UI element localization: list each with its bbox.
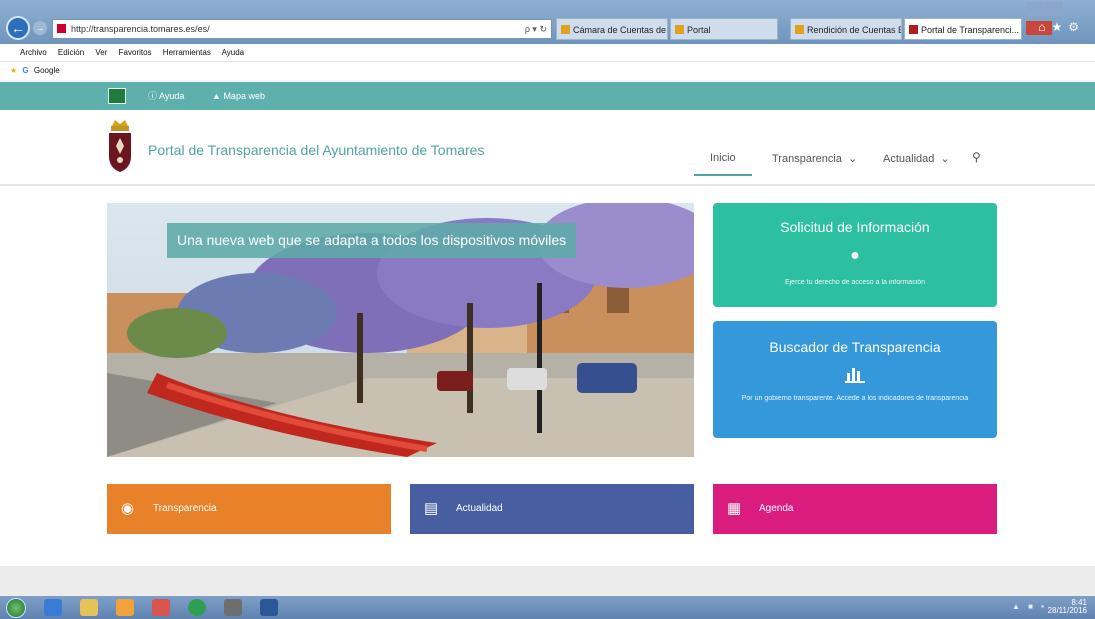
tile-transparencia[interactable]: ◉ Transparencia (107, 484, 391, 534)
bar-chart-glyph (845, 368, 865, 383)
tab-label: Rendición de Cuentas Entid... (807, 25, 901, 35)
portal-title[interactable]: Portal de Transparencia del Ayuntamiento… (148, 142, 484, 158)
favorites-star-icon[interactable]: ★ (1051, 20, 1068, 34)
tab-label: Portal (687, 25, 711, 35)
browser-tab[interactable]: Rendición de Cuentas Entid... (790, 18, 902, 40)
word-icon[interactable] (260, 599, 278, 616)
calculator-icon[interactable] (224, 599, 242, 616)
menu-item[interactable]: Ayuda (222, 48, 245, 57)
address-url: http://transparencia.tomares.es/es/ (71, 24, 210, 34)
favorites-bar: ★ G Google (0, 62, 1095, 80)
andalucia-flag-icon (108, 88, 126, 104)
sitemap-icon: ▲ (212, 91, 221, 101)
internet-explorer-icon[interactable] (44, 599, 62, 616)
tile-transparencia-label: Transparencia (153, 503, 217, 514)
hero-slider[interactable]: Una nueva web que se adapta a todos los … (107, 203, 694, 457)
info-request-card[interactable]: Solicitud de Información ● Ejerce tu der… (713, 203, 997, 307)
site-header: Portal de Transparencia del Ayuntamiento… (0, 110, 1095, 186)
tile-actualidad[interactable]: ▤ Actualidad (410, 484, 694, 534)
home-icon[interactable]: ⌂ (1038, 20, 1051, 34)
windows-taskbar: ▲ ■ ▪ 8:41 28/11/2016 (0, 596, 1095, 619)
tab-favicon-icon (909, 25, 918, 34)
page-footer-band (0, 566, 1095, 596)
back-arrow-icon[interactable]: ← (6, 16, 30, 40)
nav-actualidad[interactable]: Actualidad ⌄ (883, 152, 950, 165)
chevron-down-icon: ⌄ (844, 153, 858, 165)
forward-arrow-icon[interactable]: → (33, 21, 47, 35)
menu-item[interactable]: Herramientas (163, 48, 211, 57)
search-card-title: Buscador de Transparencia (769, 339, 941, 355)
chrome-icon[interactable] (188, 599, 206, 616)
calendar-icon: ▦ (727, 500, 742, 517)
newspaper-icon: ▤ (424, 500, 439, 517)
menu-item[interactable]: Archivo (20, 48, 47, 57)
site-favicon-icon (57, 24, 66, 33)
browser-titlebar: ← → http://transparencia.tomares.es/es/ … (0, 0, 1095, 44)
tile-agenda-label: Agenda (759, 503, 794, 514)
transparency-search-card[interactable]: Buscador de Transparencia Por un gobiern… (713, 321, 997, 438)
tab-favicon-icon (561, 25, 570, 34)
tab-favicon-icon (675, 25, 684, 34)
nav-transparencia[interactable]: Transparencia ⌄ (772, 152, 857, 165)
nav-inicio[interactable]: Inicio (710, 152, 736, 164)
map-link[interactable]: ▲ Mapa web (212, 82, 265, 110)
site-topbar: ⓘ Ayuda ▲ Mapa web (0, 82, 1095, 110)
favorites-star-icon[interactable]: ★ (10, 66, 17, 75)
nav-actualidad-label: Actualidad (883, 153, 935, 165)
paint-icon[interactable] (152, 599, 170, 616)
browser-tab-active[interactable]: Portal de Transparenci... (904, 18, 1022, 40)
menu-item[interactable]: Edición (58, 48, 84, 57)
tile-agenda[interactable]: ▦ Agenda (713, 484, 997, 534)
taskbar-clock[interactable]: 8:41 28/11/2016 (1048, 599, 1087, 615)
file-explorer-icon[interactable] (80, 599, 98, 616)
tab-label: Cámara de Cuentas de A... (573, 25, 667, 35)
hero-caption: Una nueva web que se adapta a todos los … (167, 223, 577, 258)
favorite-link[interactable]: Google (34, 66, 60, 75)
browser-toolbar-icons: ⌂★⚙ (1038, 20, 1085, 34)
minimize-icon[interactable] (1026, 2, 1044, 16)
window-controls (1025, 2, 1087, 35)
google-icon: G (22, 66, 29, 75)
menu-item[interactable]: Favoritos (119, 48, 152, 57)
help-label: Ayuda (159, 91, 185, 101)
help-link[interactable]: ⓘ Ayuda (148, 82, 184, 110)
address-bar[interactable]: http://transparencia.tomares.es/es/ ρ ▾ … (52, 19, 552, 39)
search-card-description: Por un gobierno transparente. Accede a l… (741, 395, 969, 402)
tab-favicon-icon (795, 25, 804, 34)
tab-label: Portal de Transparenci... (921, 25, 1020, 35)
media-player-icon[interactable] (116, 599, 134, 616)
browser-tab[interactable]: Portal (670, 18, 778, 40)
maximize-icon[interactable] (1045, 2, 1063, 16)
municipal-coat-of-arms-icon[interactable] (107, 120, 133, 172)
search-icon[interactable]: ⚲ (972, 150, 981, 164)
info-card-title: Solicitud de Información (780, 219, 930, 235)
eye-icon: ◉ (121, 500, 135, 517)
nav-transparencia-label: Transparencia (772, 153, 842, 165)
address-controls[interactable]: ρ ▾ ↻ (525, 20, 547, 38)
system-tray-icons[interactable]: ▲ ■ ▪ (1012, 602, 1047, 611)
info-circle-icon: ⓘ (148, 91, 158, 101)
browser-tab[interactable]: Cámara de Cuentas de A... (556, 18, 668, 40)
browser-menubar: Archivo Edición Ver Favoritos Herramient… (0, 44, 1095, 62)
settings-gear-icon[interactable]: ⚙ (1068, 20, 1085, 34)
chevron-down-icon: ⌄ (937, 153, 950, 165)
tile-actualidad-label: Actualidad (456, 503, 503, 514)
info-card-description: Ejerce tu derecho de acceso a la informa… (784, 279, 926, 286)
clock-date: 28/11/2016 (1047, 606, 1087, 615)
start-button-icon[interactable] (6, 598, 26, 618)
chat-bubble-icon: ● (850, 247, 860, 264)
main-content: Una nueva web que se adapta a todos los … (0, 186, 1095, 566)
bar-chart-icon (713, 365, 997, 388)
map-label: Mapa web (223, 91, 265, 101)
menu-item[interactable]: Ver (95, 48, 107, 57)
nav-active-indicator (694, 174, 752, 176)
